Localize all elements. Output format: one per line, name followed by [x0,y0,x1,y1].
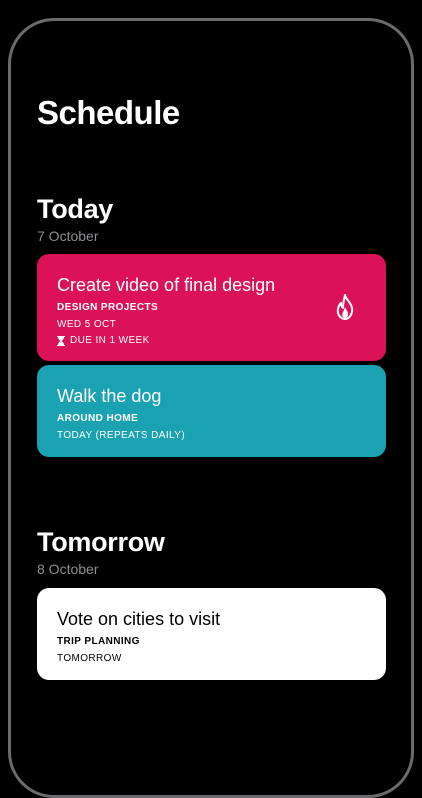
task-date: TOMORROW [57,653,366,664]
task-date: WED 5 OCT [57,319,366,330]
task-card-vote-cities[interactable]: Vote on cities to visit TRIP PLANNING TO… [37,588,386,680]
section-title-today: Today [37,194,114,224]
fire-icon [334,294,356,320]
hourglass-icon [57,335,65,346]
task-date-text: TOMORROW [57,653,122,664]
task-card-walk-dog[interactable]: Walk the dog AROUND HOME TODAY (REPEATS … [37,365,386,457]
task-date-text: TODAY (REPEATS DAILY) [57,430,186,441]
task-date-text: WED 5 OCT [57,319,117,330]
section-date-today: 7 October [37,228,99,244]
task-title: Vote on cities to visit [57,609,221,629]
task-category: TRIP PLANNING [57,636,140,647]
task-title: Walk the dog [57,386,162,406]
task-title: Create video of final design [57,275,276,295]
section-date-tomorrow: 8 October [37,561,99,577]
task-category: DESIGN PROJECTS [57,302,159,313]
task-category: AROUND HOME [57,413,139,424]
section-title-tomorrow: Tomorrow [37,527,165,557]
task-card-create-video[interactable]: Create video of final design DESIGN PROJ… [37,254,386,361]
page-title: Schedule [37,94,180,131]
task-due-text: DUE IN 1 WEEK [70,335,150,346]
task-due: DUE IN 1 WEEK [57,335,366,346]
task-date: TODAY (REPEATS DAILY) [57,430,366,441]
schedule-screen: Schedule Today 7 October Create video of… [0,0,422,750]
